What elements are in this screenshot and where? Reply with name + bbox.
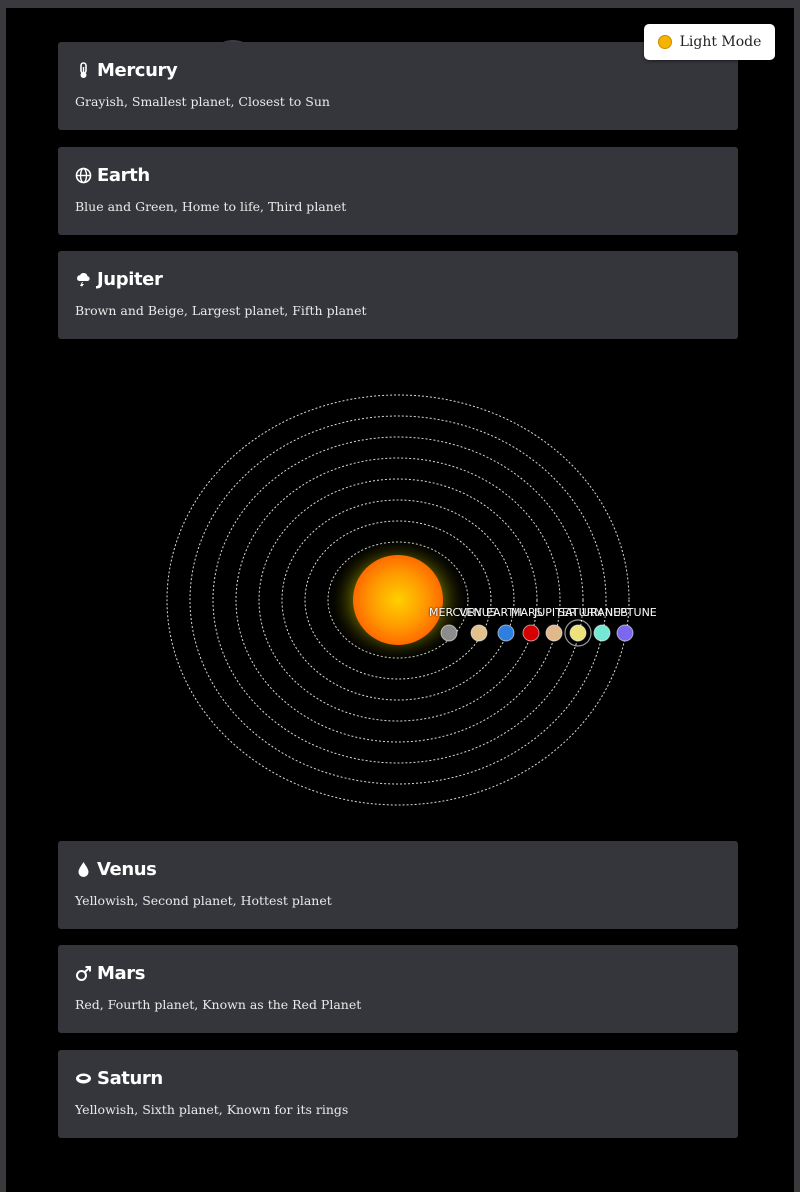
planet-label-neptune: NEPTUNE [605,606,657,619]
sun [353,555,443,645]
planet-jupiter[interactable] [545,624,563,642]
ring-icon [75,1070,92,1087]
card-title: Mercury [97,59,178,81]
solar-system-diagram: MERCURY VENUS EARTH MARS JUPITER SATURN URANUS… [6,348,794,848]
planet-card-saturn: Saturn Yellowish, Sixth planet, Known fo… [58,1050,738,1138]
card-description: Yellowish, Second planet, Hottest planet [75,893,332,908]
storm-cloud-icon [75,271,92,288]
globe-icon [75,167,92,184]
planet-neptune[interactable] [616,624,634,642]
planet-card-mercury: Mercury Grayish, Smallest planet, Closes… [58,42,738,130]
card-description: Brown and Beige, Largest planet, Fifth p… [75,303,367,318]
thermometer-icon [75,61,92,79]
planet-uranus[interactable] [593,624,611,642]
card-description: Red, Fourth planet, Known as the Red Pla… [75,997,362,1012]
card-title: Earth [97,164,150,186]
planet-saturn[interactable] [569,624,587,642]
mars-symbol-icon [75,965,92,982]
solar-system-svg [166,394,634,806]
droplet-icon [75,861,92,878]
planet-earth[interactable] [497,624,515,642]
card-title: Venus [97,858,157,880]
planet-card-mars: Mars Red, Fourth planet, Known as the Re… [58,945,738,1033]
card-title: Mars [97,962,146,984]
card-title: Jupiter [97,268,163,290]
light-mode-label: Light Mode [679,34,762,50]
planet-card-earth: Earth Blue and Green, Home to life, Thir… [58,147,738,235]
app-viewport: Mercury Grayish, Smallest planet, Closes… [6,8,794,1192]
planet-card-jupiter: Jupiter Brown and Beige, Largest planet,… [58,251,738,339]
planet-mercury[interactable] [440,624,458,642]
card-title: Saturn [97,1067,163,1089]
planet-venus[interactable] [470,624,488,642]
sun-icon [657,35,672,49]
planet-mars[interactable] [522,624,540,642]
light-mode-button[interactable]: Light Mode [644,24,775,60]
planet-card-venus: Venus Yellowish, Second planet, Hottest … [58,841,738,929]
card-description: Grayish, Smallest planet, Closest to Sun [75,94,330,109]
card-description: Yellowish, Sixth planet, Known for its r… [75,1102,349,1117]
card-description: Blue and Green, Home to life, Third plan… [75,199,347,214]
